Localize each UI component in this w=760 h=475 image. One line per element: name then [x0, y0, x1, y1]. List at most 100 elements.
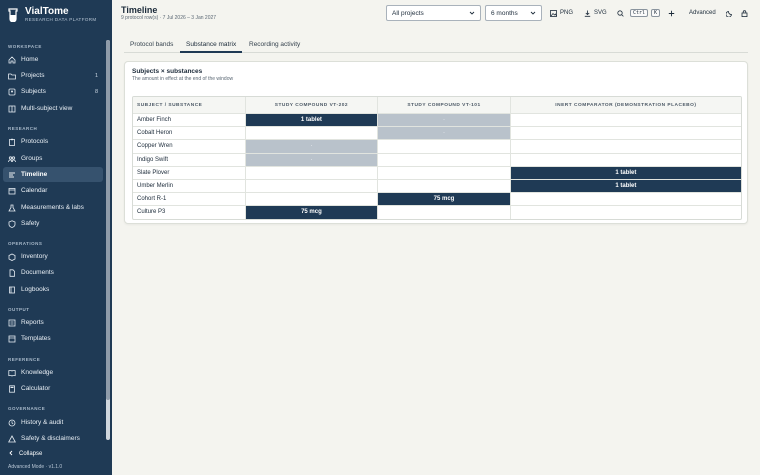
matrix-cell[interactable]: 1 tablet — [509, 179, 741, 193]
sidebar-item-history[interactable]: History & audit — [3, 415, 103, 430]
matrix-cell[interactable]: 75 mcg — [377, 193, 510, 206]
range-select[interactable]: 6 months — [485, 5, 542, 21]
kbd-ctrl: Ctrl — [630, 9, 649, 17]
calendar-icon — [8, 187, 16, 195]
add-button[interactable] — [668, 7, 678, 19]
project-select[interactable]: All projects — [386, 5, 481, 21]
chevron-down-icon — [469, 10, 475, 18]
export-svg-button[interactable]: SVG — [584, 7, 607, 19]
warning-icon — [8, 434, 16, 443]
sidebar-item-protocols[interactable]: Protocols — [3, 134, 103, 149]
scrollbar-thumb[interactable] — [106, 40, 110, 400]
sidebar-item-groups[interactable]: Groups — [3, 151, 103, 166]
matrix-cell[interactable] — [377, 179, 510, 193]
timeline-icon — [8, 171, 16, 179]
table-row[interactable]: Slate Plover 1 tablet — [133, 165, 741, 179]
matrix-cell[interactable]: · — [377, 114, 510, 127]
sidebar-item-projects[interactable]: Projects 1 — [3, 68, 103, 83]
tab-recording-activity[interactable]: Recording activity — [243, 37, 306, 52]
matrix-cell[interactable]: 1 tablet — [244, 114, 378, 127]
theme-toggle-button[interactable] — [726, 7, 736, 19]
table-row[interactable]: Umber Merlin 1 tablet — [133, 178, 741, 193]
top-header: Timeline 9 protocol row(s) · 7 Jul 2026 … — [112, 0, 760, 28]
sidebar-item-label: Documents — [21, 269, 54, 276]
matrix-cell[interactable] — [377, 206, 510, 219]
table-row[interactable]: Cobalt Heron · — [133, 126, 741, 140]
subject-name[interactable]: Culture P3 — [133, 206, 245, 218]
sidebar-item-label: Projects — [21, 72, 45, 79]
sidebar-item-measurements[interactable]: Measurements & labs — [3, 200, 103, 215]
command-search-button[interactable]: Ctrl K — [617, 7, 661, 19]
sidebar-item-logbooks[interactable]: Logbooks — [3, 282, 103, 297]
sidebar-item-disclaimers[interactable]: Safety & disclaimers — [3, 431, 103, 446]
collapse-button[interactable]: Collapse — [8, 450, 42, 458]
matrix-cell[interactable]: 75 mcg — [244, 206, 378, 219]
section-operations: OPERATIONS — [8, 241, 43, 246]
subject-name[interactable]: Slate Plover — [133, 167, 245, 179]
book-icon — [8, 286, 16, 294]
sidebar-scrollbar[interactable] — [106, 40, 110, 440]
matrix-cell[interactable] — [509, 127, 741, 140]
tab-substance-matrix[interactable]: Substance matrix — [180, 37, 243, 53]
columns-icon — [8, 105, 16, 113]
matrix-cell[interactable] — [509, 153, 741, 166]
matrix-body: Amber Finch 1 tablet · Cobalt Heron · Copper … — [133, 113, 741, 219]
sidebar-item-knowledge[interactable]: Knowledge — [3, 365, 103, 380]
search-icon — [617, 9, 624, 17]
sidebar-item-multi-subject[interactable]: Multi-subject view — [3, 101, 103, 116]
subject-name[interactable]: Cohort R-1 — [133, 193, 245, 205]
subject-name[interactable]: Amber Finch — [133, 114, 245, 126]
header-subject: SUBJECT / SUBSTANCE — [137, 102, 203, 108]
matrix-cell[interactable] — [244, 193, 378, 206]
sidebar-item-inventory[interactable]: Inventory — [3, 249, 103, 264]
brand[interactable]: VialTome RESEARCH DATA PLATFORM — [6, 6, 97, 23]
matrix-cell[interactable] — [244, 127, 378, 140]
sidebar-item-safety[interactable]: Safety — [3, 216, 103, 231]
sidebar: VialTome RESEARCH DATA PLATFORM WORKSPAC… — [0, 0, 112, 475]
projects-count: 1 — [94, 72, 98, 79]
tab-protocol-bands[interactable]: Protocol bands — [124, 37, 179, 52]
sidebar-item-home[interactable]: Home — [3, 52, 103, 67]
subject-name[interactable]: Copper Wren — [133, 140, 245, 152]
sidebar-item-timeline[interactable]: Timeline — [3, 167, 103, 182]
matrix-cell[interactable]: · — [244, 153, 378, 166]
sidebar-item-label: Calendar — [21, 187, 48, 194]
matrix-cell[interactable] — [509, 114, 741, 127]
sidebar-item-subjects[interactable]: Subjects 8 — [3, 84, 103, 99]
subject-name[interactable]: Cobalt Heron — [133, 127, 245, 139]
matrix-cell[interactable] — [244, 166, 378, 179]
lock-button[interactable] — [741, 7, 751, 19]
sidebar-item-label: Measurements & labs — [21, 204, 84, 211]
sidebar-item-calculator[interactable]: Calculator — [3, 381, 103, 396]
matrix-cell[interactable]: 1 tablet — [509, 166, 741, 179]
lock-icon — [741, 9, 748, 17]
matrix-cell[interactable] — [377, 140, 510, 153]
matrix-cell[interactable]: · — [244, 140, 378, 153]
sidebar-item-calendar[interactable]: Calendar — [3, 183, 103, 198]
matrix-cell[interactable] — [509, 206, 741, 219]
shield-icon — [8, 219, 16, 228]
table-row[interactable]: Cohort R-1 75 mcg — [133, 192, 741, 206]
matrix-cell[interactable] — [244, 179, 378, 193]
matrix-cell[interactable]: · — [377, 127, 510, 140]
sidebar-item-label: Templates — [21, 335, 51, 342]
home-icon — [8, 55, 16, 64]
png-label: PNG — [560, 10, 574, 16]
sidebar-item-reports[interactable]: Reports — [3, 315, 103, 330]
matrix-cell[interactable] — [509, 193, 741, 206]
table-row[interactable]: Amber Finch 1 tablet · — [133, 113, 741, 127]
matrix-cell[interactable] — [377, 166, 510, 179]
collapse-label: Collapse — [19, 451, 43, 457]
sidebar-item-documents[interactable]: Documents — [3, 265, 103, 280]
export-png-button[interactable]: PNG — [550, 7, 573, 19]
matrix-cell[interactable] — [377, 153, 510, 166]
sidebar-item-label: Subjects — [21, 88, 46, 95]
subject-name[interactable]: Indigo Swift — [133, 154, 245, 166]
advanced-button[interactable]: Advanced — [689, 7, 716, 19]
table-row[interactable]: Copper Wren · — [133, 139, 741, 153]
subject-name[interactable]: Umber Merlin — [133, 180, 245, 192]
table-row[interactable]: Indigo Swift · — [133, 152, 741, 166]
matrix-cell[interactable] — [509, 140, 741, 153]
sidebar-item-templates[interactable]: Templates — [3, 331, 103, 346]
table-row[interactable]: Culture P3 75 mcg — [133, 205, 741, 219]
